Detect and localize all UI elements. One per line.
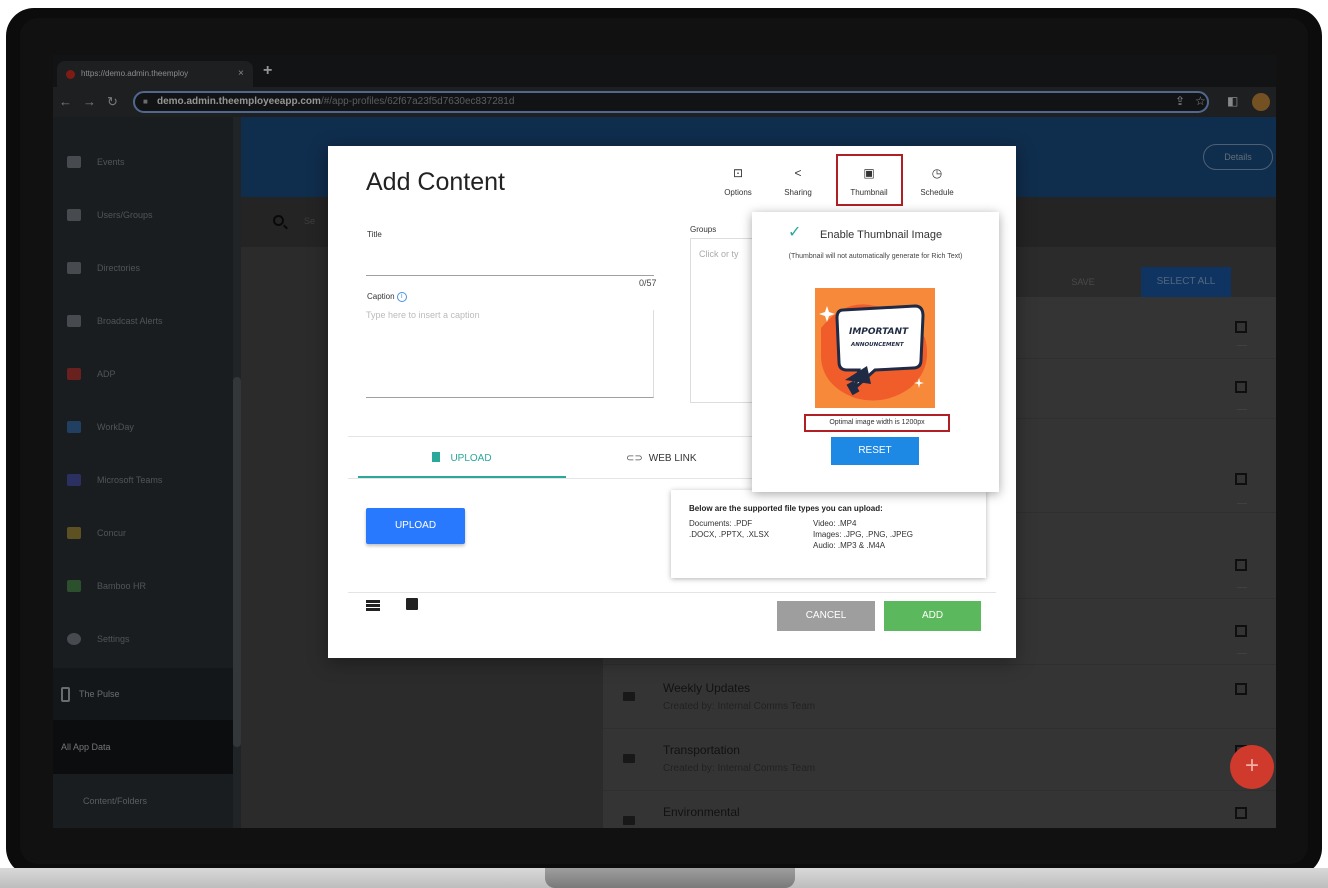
filetype-line: Documents: .PDF (689, 519, 753, 528)
sharing-tab[interactable]: < Sharing (773, 166, 823, 197)
image-icon[interactable] (406, 598, 418, 610)
thumbnail-note: (Thumbnail will not automatically genera… (788, 253, 963, 260)
add-button[interactable]: ADD (884, 601, 981, 631)
tab-upload-label: UPLOAD (450, 453, 492, 464)
filetypes-media: Video: .MP4 Images: .JPG, .PNG, .JPEG Au… (813, 518, 913, 551)
enable-thumbnail-toggle[interactable]: Enable Thumbnail Image (820, 229, 942, 241)
tab-web-link-label: WEB LINK (648, 453, 697, 464)
filetype-line: Images: .JPG, .PNG, .JPEG (813, 530, 914, 539)
share-icon: < (794, 166, 802, 180)
caption-input[interactable] (366, 310, 654, 398)
options-tab[interactable]: ⊡ Options (713, 166, 763, 197)
screenshot-stage: https://demo.admin.theemploy × + ← → ↻ ■… (0, 0, 1328, 888)
info-icon[interactable]: i (396, 292, 407, 302)
supported-filetypes-panel: Below are the supported file types you c… (671, 490, 986, 578)
divider (348, 592, 996, 593)
cancel-button[interactable]: CANCEL (777, 601, 875, 631)
list-view-icon[interactable] (366, 600, 380, 611)
checkmark-icon[interactable]: ✓ (788, 225, 802, 241)
caption-label-text: Caption (367, 292, 395, 302)
modal-title: Add Content (366, 168, 505, 196)
thumbnail-highlight (836, 154, 903, 206)
groups-input[interactable]: Click or ty (690, 238, 760, 403)
clock-icon: ◷ (931, 166, 943, 180)
filetype-line: .DOCX, .PPTX, .XLSX (689, 530, 770, 539)
filetypes-heading: Below are the supported file types you c… (689, 504, 883, 513)
options-label: Options (724, 188, 752, 197)
tab-upload[interactable]: UPLOAD (358, 446, 566, 478)
file-upload-icon (432, 452, 441, 462)
thumbnail-preview-image[interactable]: IMPORTANT ANNOUNCEMENT (815, 288, 935, 408)
schedule-label: Schedule (920, 188, 954, 197)
title-char-counter: 0/57 (639, 278, 657, 288)
add-fab-button[interactable]: + (1230, 745, 1274, 789)
thumbnail-popover: ✓ Enable Thumbnail Image (Thumbnail will… (752, 212, 999, 492)
filetype-line: Audio: .MP3 & .M4A (813, 541, 886, 550)
tab-web-link[interactable]: ⊂⊃ WEB LINK (626, 446, 746, 478)
filetypes-documents: Documents: .PDF .DOCX, .PPTX, .XLSX (689, 518, 769, 540)
thumbnail-text-2: ANNOUNCEMENT (850, 342, 905, 348)
reset-button[interactable]: RESET (831, 437, 919, 465)
filetype-line: Video: .MP4 (813, 519, 857, 528)
link-icon: ⊂⊃ (626, 453, 643, 464)
groups-label: Groups (690, 225, 717, 234)
title-input[interactable] (366, 258, 654, 276)
thumbnail-text-1: IMPORTANT (849, 327, 909, 337)
options-icon: ⊡ (732, 166, 744, 180)
optimal-width-hint: Optimal image width is 1200px (804, 414, 950, 432)
laptop-notch (545, 868, 795, 888)
title-label: Title (367, 230, 382, 239)
caption-label: Caption i (367, 292, 407, 302)
sharing-label: Sharing (784, 188, 812, 197)
groups-placeholder: Click or ty (699, 249, 739, 259)
schedule-tab[interactable]: ◷ Schedule (912, 166, 962, 197)
upload-button[interactable]: UPLOAD (366, 508, 465, 544)
